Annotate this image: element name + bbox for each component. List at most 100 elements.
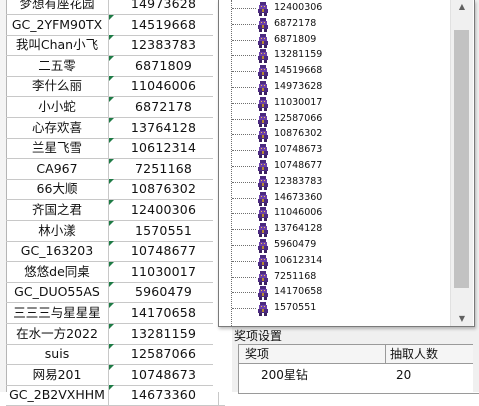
list-item[interactable]: 13764128 [274,222,322,236]
name-cell[interactable]: 梦想有座花园 [6,0,109,14]
table-row: 梦想有座花园 14973628 [6,0,225,15]
name-cell[interactable]: GC_DUO55AS [6,282,109,303]
list-item[interactable]: 10748673 [274,143,322,157]
tree-branch [232,87,256,88]
tree-branch [232,229,256,231]
number-cell[interactable]: 1570551 [109,220,219,241]
number-cell[interactable]: 10876302 [109,179,219,200]
dropdown-list[interactable]: 12400306 6872178 6871809 13281159 14519668 14… [219,0,449,326]
list-item[interactable]: 10612314 [274,254,322,268]
name-cell[interactable]: 我叫Chan小飞 [6,35,109,56]
list-item[interactable]: 14673360 [274,191,322,205]
name-cell[interactable]: 李什么丽 [6,76,109,97]
prize-cell[interactable]: 200星钻 [261,366,308,384]
list-item[interactable]: 11046006 [274,206,322,220]
name-cell[interactable]: 三三三与星星星 [6,303,109,323]
list-item[interactable]: 12383783 [274,175,322,189]
name-cell[interactable]: 二五零 [6,55,109,76]
name-cell[interactable]: 林小漾 [6,220,109,241]
list-item[interactable]: 14170658 [274,285,322,299]
panel-label: 奖项设置 [234,329,283,343]
cell-comment-marker-icon [109,158,114,164]
list-item[interactable]: 12587066 [274,112,322,126]
number-cell[interactable]: 14170658 [109,303,219,323]
number-cell[interactable]: 7251168 [109,158,219,179]
cell-comment-marker-icon [109,323,114,329]
number-cell[interactable]: 11030017 [109,261,219,282]
name-cell[interactable]: 网易201 [6,364,109,385]
table-row: 悠悠de同桌 11030017 [6,261,225,283]
list-item[interactable]: 6872178 [274,17,316,31]
number-cell[interactable]: 6871809 [109,55,219,76]
name-cell[interactable]: 齐国之君 [6,200,109,220]
pixel-character-icon [256,17,270,32]
tree-branch [232,213,256,215]
number-cell[interactable]: 13281159 [109,323,219,344]
number-cell[interactable]: 5960479 [109,282,219,303]
scroll-up-icon[interactable]: ▲ [451,0,473,14]
list-item[interactable]: 12400306 [274,1,322,15]
column-header-prize[interactable]: 奖项 [245,345,386,363]
name-cell[interactable]: 66大顺 [6,179,109,200]
tree-branch [232,134,256,136]
number-cell[interactable]: 11046006 [109,76,219,97]
cell-comment-marker-icon [109,364,114,370]
name-cell[interactable]: 兰星飞雪 [6,138,109,159]
cell-comment-marker-icon [109,344,114,350]
name-cell[interactable]: 悠悠de同桌 [6,261,109,282]
number-cell[interactable]: 10748673 [109,364,219,385]
number-cell[interactable]: 14673360 [109,385,219,406]
table-row: suis 12587066 [6,344,225,366]
list-item[interactable]: 7251168 [274,270,316,284]
pixel-character-icon [256,1,270,16]
table-row: 李什么丽 11046006 [6,76,225,98]
number-cell[interactable]: 13764128 [109,117,219,138]
number-cell[interactable]: 14973628 [109,0,219,14]
list-item[interactable]: 14973628 [274,80,322,94]
count-cell[interactable]: 20 [396,366,411,384]
name-cell[interactable]: suis [6,344,109,365]
pixel-character-icon [256,48,270,64]
cell-comment-marker-icon [109,76,114,82]
dropdown-list-popup[interactable]: 12400306 6872178 6871809 13281159 14519668 14… [218,0,475,327]
list-item[interactable]: 1570551 [274,301,316,315]
name-cell[interactable]: 在水一方2022 [6,323,109,344]
scroll-thumb[interactable] [454,30,469,288]
table-row: GC_2B2VXHHM 14673360 [6,385,225,406]
pixel-character-icon [256,127,270,143]
column-header-count[interactable]: 抽取人数 [390,345,438,363]
cell-comment-marker-icon [109,220,114,226]
tree-branch [232,8,256,9]
scrollbar[interactable]: ▲ ▼ [450,0,473,326]
tree-branch [232,308,256,310]
list-item[interactable]: 10748677 [274,159,322,173]
number-cell[interactable]: 14519668 [109,14,219,35]
cell-comment-marker-icon [109,303,114,308]
tree-branch [232,39,256,41]
number-cell[interactable]: 12383783 [109,35,219,56]
name-cell[interactable]: GC_2B2VXHHM [6,385,109,406]
name-cell[interactable]: GC_163203 [6,241,109,262]
pixel-character-icon [256,96,270,111]
cell-comment-marker-icon [109,200,114,205]
name-cell[interactable]: CA967 [6,158,109,179]
list-item[interactable]: 11030017 [274,96,322,110]
tree-branch [232,55,256,57]
name-cell[interactable]: 心存欢喜 [6,117,109,138]
number-cell[interactable]: 12587066 [109,344,219,365]
list-item[interactable]: 5960479 [274,238,316,252]
list-item[interactable]: 6871809 [274,33,316,47]
pixel-character-icon [256,33,270,48]
scroll-down-icon[interactable]: ▼ [451,312,473,326]
number-cell[interactable]: 12400306 [109,200,219,220]
list-item[interactable]: 13281159 [274,48,322,62]
cell-comment-marker-icon [109,97,114,102]
list-item[interactable]: 10876302 [274,127,322,141]
pixel-character-icon [256,206,270,222]
number-cell[interactable]: 10748677 [109,241,219,262]
name-cell[interactable]: 小小蛇 [6,97,109,117]
list-item[interactable]: 14519668 [274,64,322,78]
number-cell[interactable]: 6872178 [109,97,219,117]
number-cell[interactable]: 10612314 [109,138,219,159]
name-cell[interactable]: GC_2YFM90TX [6,14,109,35]
